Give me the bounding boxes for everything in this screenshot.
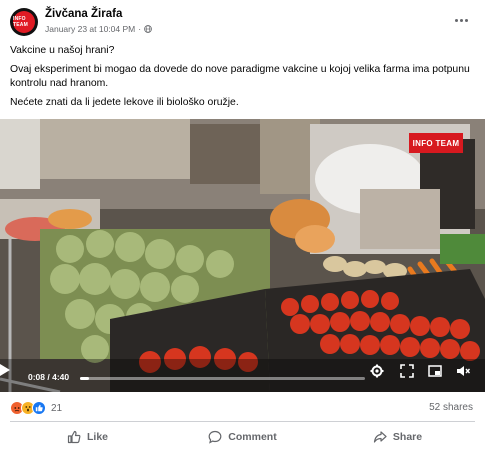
share-label: Share (392, 431, 423, 443)
like-label: Like (86, 431, 108, 443)
thumbs-up-icon (67, 430, 81, 444)
post-body: Vakcine u našoj hrani? Ovaj eksperiment … (10, 44, 475, 115)
video-controls: 0:08 / 4:40 (0, 364, 485, 392)
video-progress-bar[interactable] (80, 377, 365, 380)
volume-muted-icon[interactable] (456, 364, 470, 378)
share-arrow-icon (373, 431, 387, 443)
comment-button[interactable]: Comment (165, 424, 320, 450)
share-count[interactable]: 52 shares (429, 402, 473, 413)
avatar-logo: INFO TEAM (13, 11, 35, 33)
comment-label: Comment (228, 431, 277, 443)
like-button[interactable]: Like (10, 424, 165, 450)
total-time: 4:40 (52, 372, 70, 382)
settings-gear-icon[interactable] (370, 364, 384, 378)
post-meta: January 23 at 10:04 PM · (45, 24, 152, 34)
share-button[interactable]: Share (320, 424, 475, 450)
watermark-text: INFO TEAM (412, 138, 460, 148)
post-paragraph: Vakcine u našoj hrani? (10, 45, 115, 56)
like-reaction-icon (32, 401, 46, 415)
post-paragraph: Ovaj eksperiment bi mogao da dovede do n… (10, 64, 470, 89)
reaction-summary[interactable]: 21 (10, 400, 62, 416)
reaction-count: 21 (51, 402, 63, 414)
globe-icon (144, 25, 152, 33)
post-header: INFO TEAM Živčana Žirafa January 23 at 1… (0, 0, 485, 40)
picture-in-picture-icon[interactable] (428, 364, 442, 378)
play-icon[interactable] (0, 364, 10, 376)
meta-separator: · (138, 24, 142, 34)
page-avatar[interactable]: INFO TEAM (10, 8, 38, 36)
video-frame (0, 119, 485, 392)
more-options-icon[interactable] (451, 12, 471, 28)
video-time: 0:08 / 4:40 (28, 372, 69, 382)
video-watermark-logo: INFO TEAM (409, 133, 463, 153)
expand-icon[interactable] (400, 364, 414, 378)
avatar-logo-text: INFO TEAM (13, 16, 28, 28)
comment-bubble-icon (208, 430, 222, 444)
current-time: 0:08 (28, 372, 46, 382)
post-actions: Like Comment Share (10, 424, 475, 450)
page-name-link[interactable]: Živčana Žirafa (45, 8, 122, 20)
post-timestamp[interactable]: January 23 at 10:04 PM (45, 24, 135, 34)
divider (10, 421, 475, 422)
post-paragraph: Nećete znati da li jedete lekove ili bio… (10, 97, 239, 108)
video-player[interactable]: INFO TEAM 0:08 / 4:40 (0, 119, 485, 392)
video-progress-fill (80, 377, 89, 380)
